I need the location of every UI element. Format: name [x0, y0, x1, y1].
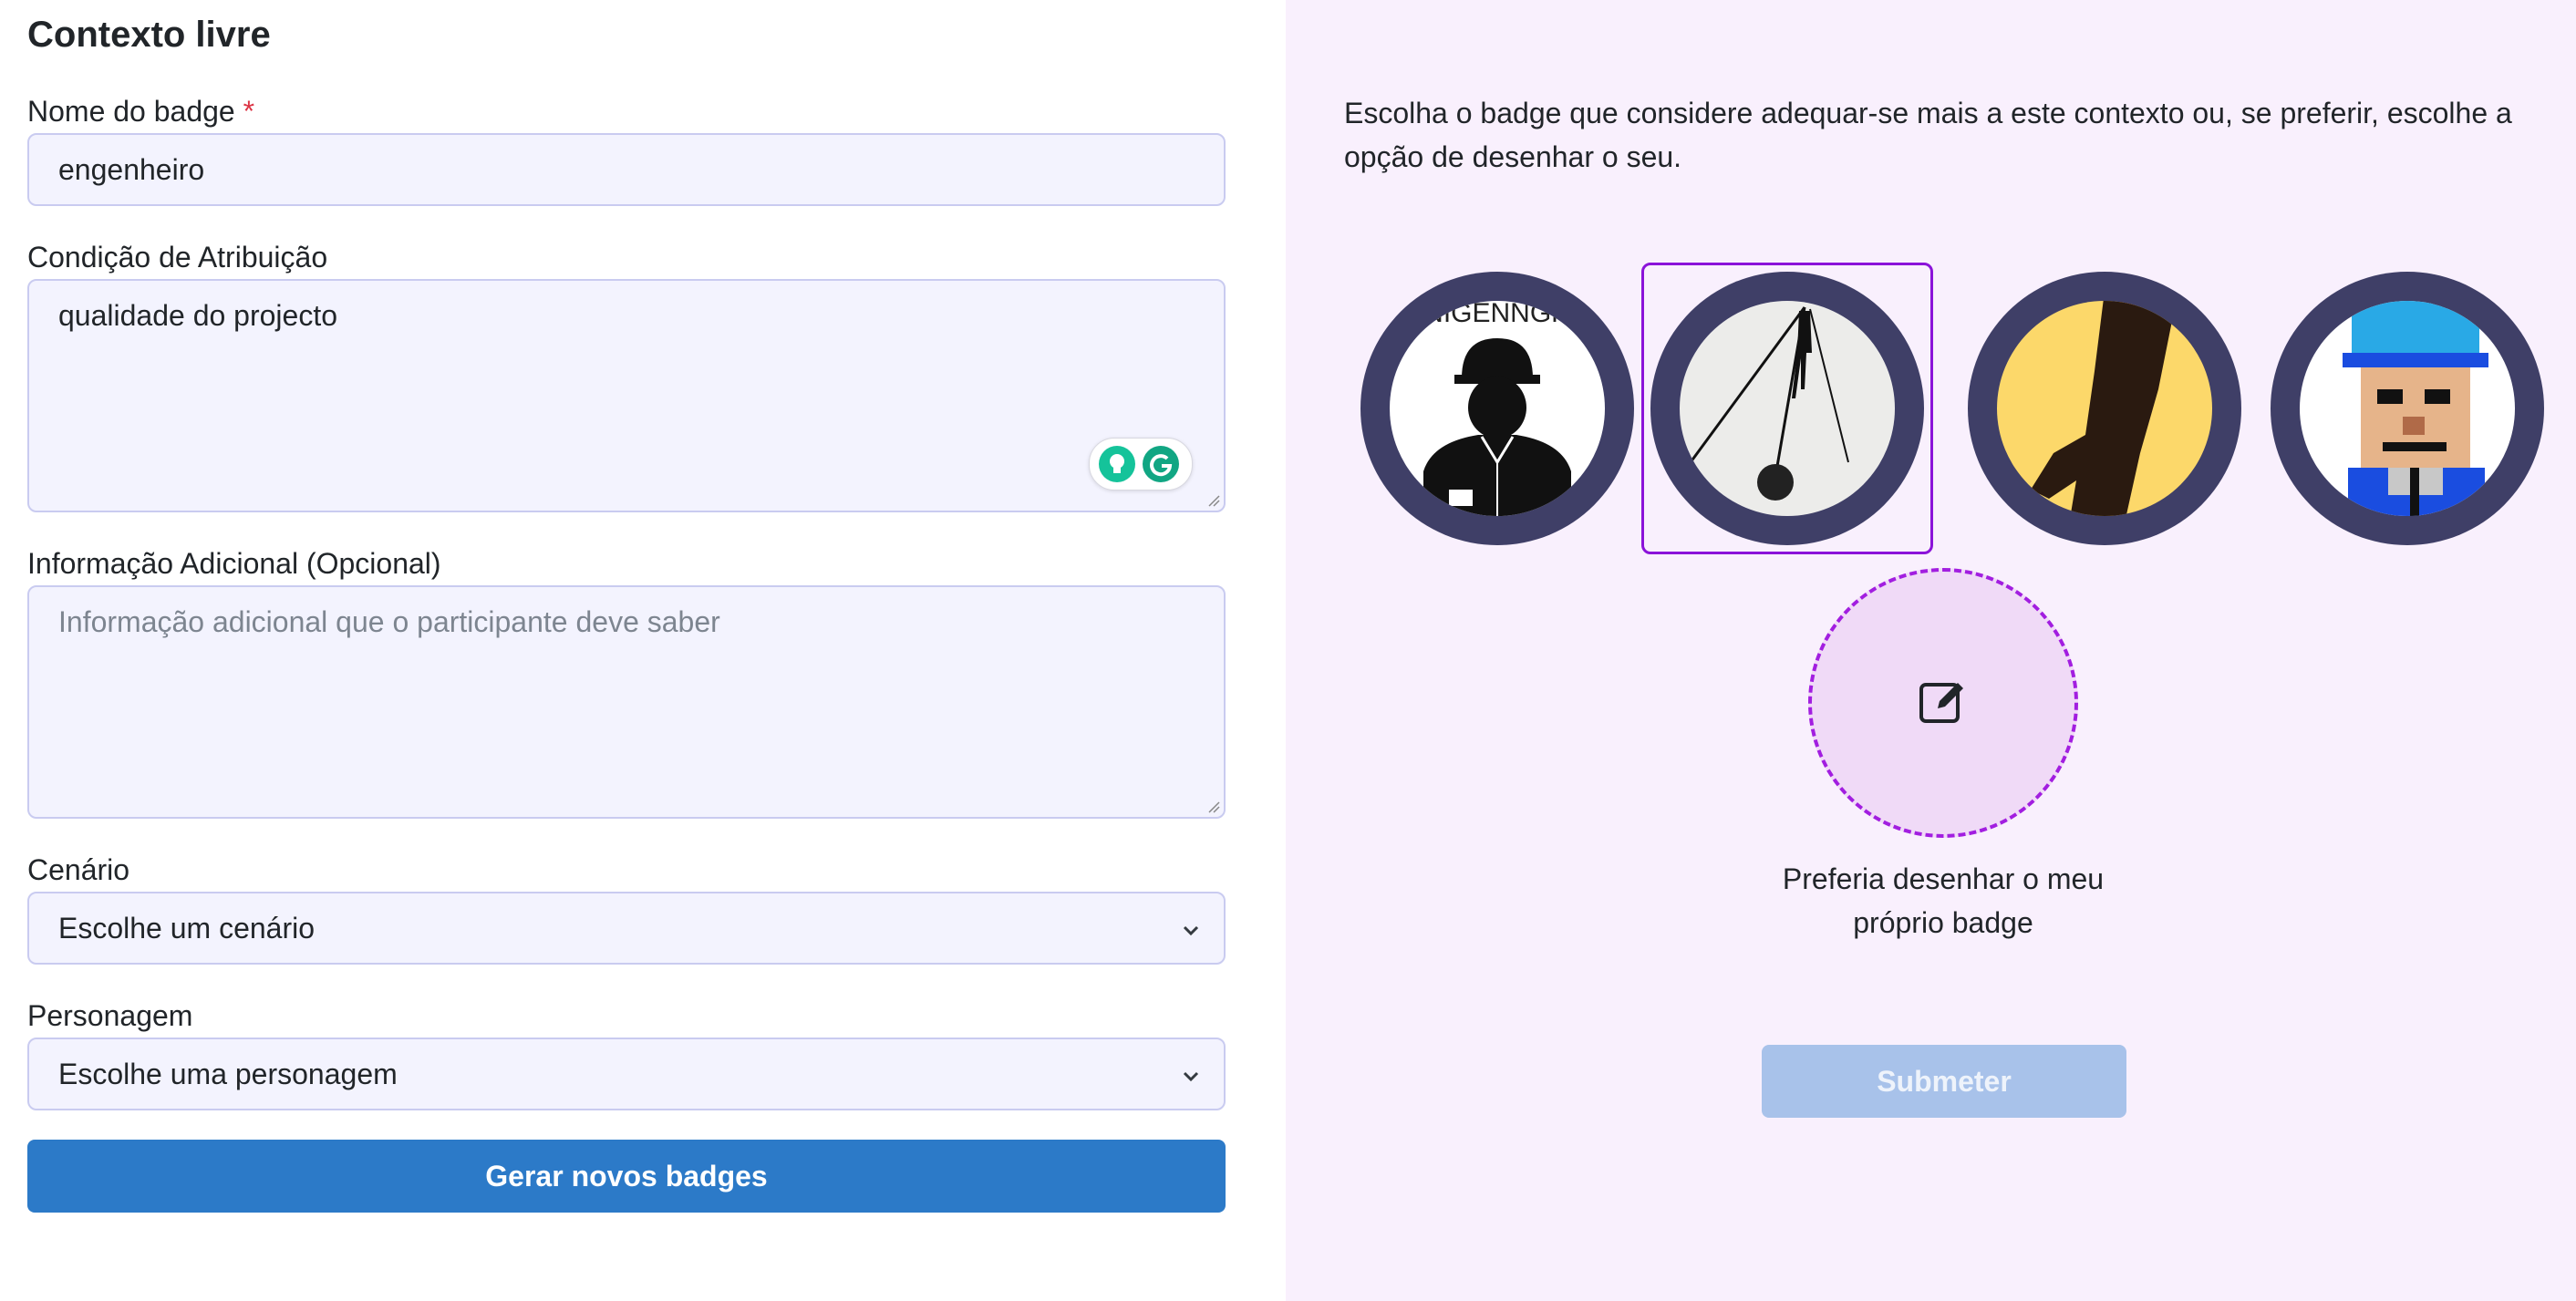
wrecking-ball-badge-icon	[1650, 272, 1924, 545]
scenario-selected-value: Escolhe um cenário	[58, 912, 316, 945]
page-title: Contexto livre	[27, 15, 271, 55]
badge-option-2[interactable]	[1641, 263, 1933, 554]
grammarly-widget[interactable]	[1089, 438, 1193, 490]
additional-info-label: Informação Adicional (Opcional)	[27, 547, 441, 580]
character-select[interactable]: Escolhe uma personagem	[27, 1038, 1226, 1110]
badge-form-panel: Contexto livre Nome do badge * engenheir…	[0, 0, 1286, 1301]
draw-own-badge-label: Preferia desenhar o meu próprio badge	[1782, 862, 2105, 939]
scenario-select[interactable]: Escolhe um cenário	[27, 892, 1226, 965]
chevron-down-icon	[1183, 1071, 1199, 1082]
badge-name-value: engenheiro	[58, 153, 205, 186]
engineer-helmet-badge-icon: NIGENNGR	[1360, 272, 1634, 545]
draw-own-badge-button[interactable]	[1808, 568, 2078, 838]
badge-name-label: Nome do badge *	[27, 95, 254, 129]
edit-icon	[1919, 683, 1963, 723]
required-mark: *	[243, 95, 255, 128]
condition-label: Condição de Atribuição	[27, 241, 328, 274]
generate-badges-button[interactable]: Gerar novos badges	[27, 1140, 1226, 1213]
chooser-intro-text: Escolha o badge que considere adequar-se…	[1344, 97, 2512, 173]
character-selected-value: Escolhe uma personagem	[58, 1058, 398, 1090]
condition-textarea[interactable]: qualidade do projecto	[27, 279, 1226, 512]
submit-button[interactable]: Submeter	[1762, 1045, 2126, 1118]
yellow-figure-badge-icon	[1968, 272, 2241, 545]
grammarly-icon[interactable]	[1143, 446, 1179, 482]
badge-option-4[interactable]	[2261, 263, 2553, 554]
scenario-label: Cenário	[27, 853, 130, 886]
resize-handle-icon[interactable]	[1205, 799, 1220, 813]
badge-option-3[interactable]	[1959, 263, 2250, 554]
additional-info-placeholder: Informação adicional que o participante …	[58, 605, 720, 638]
character-label: Personagem	[27, 999, 193, 1032]
chevron-down-icon	[1183, 925, 1199, 936]
condition-value: qualidade do projecto	[58, 299, 338, 332]
resize-handle-icon[interactable]	[1205, 492, 1220, 507]
pixel-character-badge-icon	[2271, 272, 2544, 545]
badge-option-1[interactable]: NIGENNGR	[1351, 263, 1643, 554]
lightbulb-icon[interactable]	[1099, 446, 1135, 482]
badge-name-label-text: Nome do badge	[27, 95, 235, 128]
additional-info-textarea[interactable]: Informação adicional que o participante …	[27, 585, 1226, 819]
badge-name-input[interactable]: engenheiro	[27, 133, 1226, 206]
